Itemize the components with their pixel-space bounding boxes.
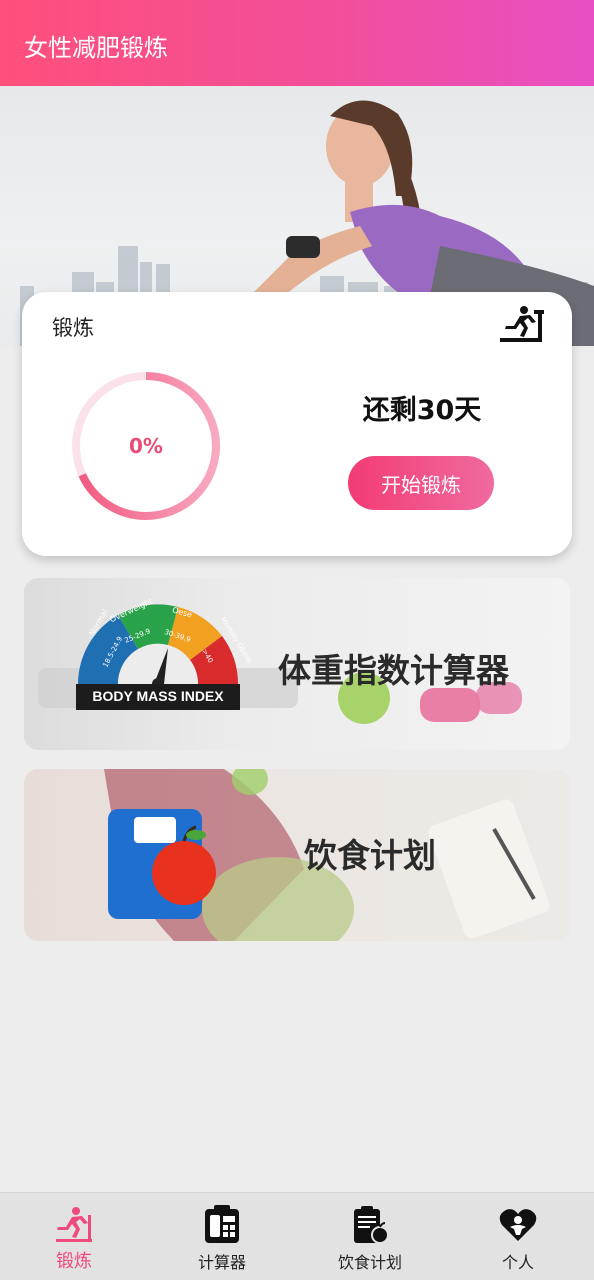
nav-item-calculator[interactable]: 计算器 xyxy=(148,1193,296,1280)
app-bar: 女性减肥锻炼 xyxy=(0,0,594,86)
start-workout-button[interactable]: 开始锻炼 xyxy=(348,456,494,510)
diet-plan-icon xyxy=(354,1206,389,1244)
bottom-nav: 锻炼 计算器 饮食计划 个人 xyxy=(0,1192,594,1280)
diet-plan-card[interactable]: 饮食计划 xyxy=(24,769,570,941)
nav-item-diet-plan[interactable]: 饮食计划 xyxy=(296,1193,444,1280)
progress-ring: 0% xyxy=(68,368,224,524)
workout-card: 锻炼 0% 还剩30天 开始锻炼 xyxy=(22,292,572,556)
nav-label: 计算器 xyxy=(197,1253,246,1272)
days-remaining: 还剩30天 xyxy=(362,395,482,426)
bmi-calculator-card[interactable]: BODY MASS INDEX Normal Overweight Oese M… xyxy=(24,578,570,750)
bmi-badge: BODY MASS INDEX xyxy=(92,688,224,704)
treadmill-icon xyxy=(500,306,544,342)
nav-label: 锻炼 xyxy=(56,1251,92,1272)
progress-percent: 0% xyxy=(129,434,163,458)
bmi-card-title: 体重指数计算器 xyxy=(278,651,509,690)
nav-label: 个人 xyxy=(501,1253,534,1272)
calculator-icon xyxy=(205,1205,239,1243)
diet-card-title: 饮食计划 xyxy=(304,836,436,875)
workout-card-title: 锻炼 xyxy=(52,316,94,340)
nav-label: 饮食计划 xyxy=(337,1253,402,1272)
heart-person-icon xyxy=(499,1209,537,1241)
runner-icon xyxy=(56,1207,92,1242)
nav-item-workout[interactable]: 锻炼 xyxy=(0,1193,148,1280)
diet-illustration xyxy=(104,769,550,941)
app-title: 女性减肥锻炼 xyxy=(24,34,168,62)
nav-item-profile[interactable]: 个人 xyxy=(444,1193,592,1280)
